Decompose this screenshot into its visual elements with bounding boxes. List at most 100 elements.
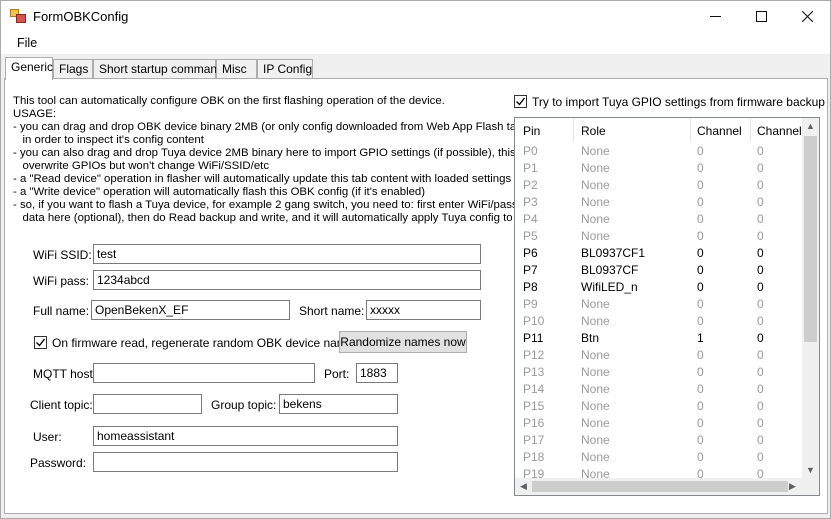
header-channel[interactable]: Channel xyxy=(697,124,742,138)
cell-pin[interactable]: P5 xyxy=(523,229,538,243)
cell-role[interactable]: None xyxy=(581,178,610,192)
regenerate-names-label[interactable]: On firmware read, regenerate random OBK … xyxy=(52,336,359,350)
header-role[interactable]: Role xyxy=(581,124,606,138)
cell-pin[interactable]: P1 xyxy=(523,161,538,175)
pin-row-p18[interactable]: P18 None 0 0 xyxy=(515,449,805,466)
tab-misc[interactable]: Misc xyxy=(216,59,257,79)
port-input[interactable]: 1883 xyxy=(356,363,398,383)
cell-channel[interactable]: 0 xyxy=(697,416,704,430)
cell-pin[interactable]: P9 xyxy=(523,297,538,311)
cell-pin[interactable]: P11 xyxy=(523,331,543,345)
client-topic-input[interactable] xyxy=(93,394,202,414)
user-input[interactable]: homeassistant xyxy=(93,426,398,446)
cell-channel[interactable]: 0 xyxy=(697,382,704,396)
regenerate-names-checkbox[interactable] xyxy=(34,336,47,349)
mqtt-host-input[interactable] xyxy=(93,363,315,383)
pin-row-p2[interactable]: P2 None 0 0 xyxy=(515,177,805,194)
cell-role[interactable]: None xyxy=(581,450,610,464)
close-button[interactable] xyxy=(784,1,830,32)
horizontal-scroll-thumb[interactable] xyxy=(532,481,788,492)
cell-channel[interactable]: 0 xyxy=(697,212,704,226)
cell-channel[interactable]: 0 xyxy=(697,229,704,243)
group-topic-input[interactable]: bekens xyxy=(279,394,398,414)
cell-channel[interactable]: 0 xyxy=(697,314,704,328)
pin-row-p11[interactable]: P11 Btn 1 0 xyxy=(515,330,805,347)
cell-channel2[interactable]: 0 xyxy=(757,297,764,311)
cell-role[interactable]: None xyxy=(581,348,610,362)
cell-channel2[interactable]: 0 xyxy=(757,246,764,260)
cell-pin[interactable]: P0 xyxy=(523,144,538,158)
tab-generic[interactable]: Generic xyxy=(5,57,53,80)
scroll-right-icon[interactable]: ▶ xyxy=(789,481,796,492)
cell-pin[interactable]: P14 xyxy=(523,382,544,396)
cell-pin[interactable]: P15 xyxy=(523,399,544,413)
cell-channel[interactable]: 0 xyxy=(697,263,704,277)
cell-pin[interactable]: P4 xyxy=(523,212,538,226)
full-name-input[interactable]: OpenBekenX_EF xyxy=(91,300,290,320)
pin-row-p4[interactable]: P4 None 0 0 xyxy=(515,211,805,228)
tab-short-startup-command[interactable]: Short startup command xyxy=(93,59,224,79)
cell-channel2[interactable]: 0 xyxy=(757,331,764,345)
cell-channel[interactable]: 0 xyxy=(697,161,704,175)
cell-channel2[interactable]: 0 xyxy=(757,280,764,294)
menu-file[interactable]: File xyxy=(17,36,37,50)
cell-channel[interactable]: 0 xyxy=(697,280,704,294)
vertical-scrollbar[interactable]: ▲ ▼ xyxy=(802,118,819,479)
cell-channel2[interactable]: 0 xyxy=(757,433,764,447)
cell-channel[interactable]: 0 xyxy=(697,246,704,260)
cell-channel2[interactable]: 0 xyxy=(757,263,764,277)
cell-channel2[interactable]: 0 xyxy=(757,144,764,158)
cell-role[interactable]: None xyxy=(581,161,610,175)
tab-ip-config[interactable]: IP Config xyxy=(257,59,313,79)
cell-channel[interactable]: 0 xyxy=(697,348,704,362)
pin-row-p7[interactable]: P7 BL0937CF 0 0 xyxy=(515,262,805,279)
cell-role[interactable]: None xyxy=(581,144,610,158)
pin-row-p3[interactable]: P3 None 0 0 xyxy=(515,194,805,211)
pin-row-p9[interactable]: P9 None 0 0 xyxy=(515,296,805,313)
cell-channel[interactable]: 1 xyxy=(697,331,704,345)
cell-pin[interactable]: P7 xyxy=(523,263,538,277)
cell-role[interactable]: WifiLED_n xyxy=(581,280,638,294)
cell-channel2[interactable]: 0 xyxy=(757,450,764,464)
cell-channel2[interactable]: 0 xyxy=(757,382,764,396)
cell-pin[interactable]: P17 xyxy=(523,433,544,447)
cell-channel2[interactable]: 0 xyxy=(757,416,764,430)
cell-role[interactable]: BL0937CF xyxy=(581,263,638,277)
horizontal-scrollbar[interactable]: ◀ ▶ xyxy=(515,478,819,495)
pin-row-p8[interactable]: P8 WifiLED_n 0 0 xyxy=(515,279,805,296)
cell-channel2[interactable]: 0 xyxy=(757,229,764,243)
randomize-names-button[interactable]: Randomize names now xyxy=(339,331,467,353)
import-tuya-checkbox[interactable] xyxy=(514,95,527,108)
cell-pin[interactable]: P10 xyxy=(523,314,544,328)
cell-channel2[interactable]: 0 xyxy=(757,195,764,209)
pin-row-p12[interactable]: P12 None 0 0 xyxy=(515,347,805,364)
import-tuya-label[interactable]: Try to import Tuya GPIO settings from fi… xyxy=(532,95,825,109)
cell-role[interactable]: None xyxy=(581,416,610,430)
cell-pin[interactable]: P2 xyxy=(523,178,538,192)
cell-role[interactable]: None xyxy=(581,314,610,328)
cell-pin[interactable]: P16 xyxy=(523,416,544,430)
cell-pin[interactable]: P18 xyxy=(523,450,544,464)
pin-row-p15[interactable]: P15 None 0 0 xyxy=(515,398,805,415)
cell-role[interactable]: None xyxy=(581,195,610,209)
cell-channel[interactable]: 0 xyxy=(697,433,704,447)
cell-pin[interactable]: P6 xyxy=(523,246,538,260)
cell-pin[interactable]: P13 xyxy=(523,365,544,379)
cell-channel2[interactable]: 0 xyxy=(757,365,764,379)
cell-channel2[interactable]: 0 xyxy=(757,161,764,175)
cell-role[interactable]: None xyxy=(581,229,610,243)
cell-channel[interactable]: 0 xyxy=(697,178,704,192)
cell-pin[interactable]: P12 xyxy=(523,348,544,362)
pin-row-p5[interactable]: P5 None 0 0 xyxy=(515,228,805,245)
cell-channel2[interactable]: 0 xyxy=(757,314,764,328)
pin-row-p14[interactable]: P14 None 0 0 xyxy=(515,381,805,398)
short-name-input[interactable]: xxxxx xyxy=(366,300,481,320)
cell-channel[interactable]: 0 xyxy=(697,365,704,379)
wifi-ssid-input[interactable]: test xyxy=(93,244,481,264)
pin-row-p13[interactable]: P13 None 0 0 xyxy=(515,364,805,381)
cell-role[interactable]: None xyxy=(581,433,610,447)
header-pin[interactable]: Pin xyxy=(523,124,540,138)
cell-channel2[interactable]: 0 xyxy=(757,348,764,362)
cell-channel2[interactable]: 0 xyxy=(757,178,764,192)
scroll-up-icon[interactable]: ▲ xyxy=(806,121,815,131)
